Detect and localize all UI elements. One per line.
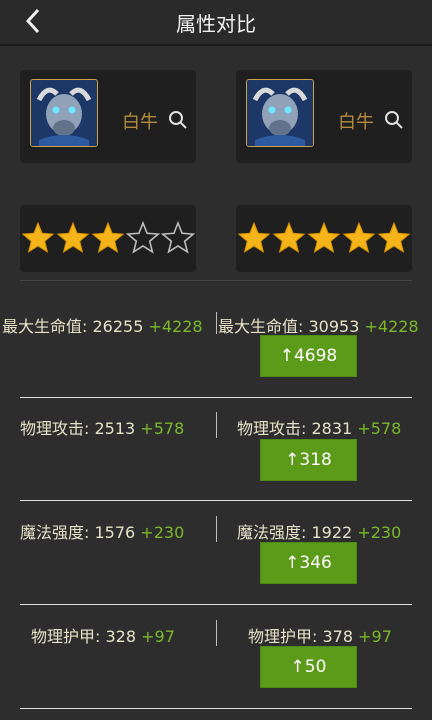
- top-bar: 属性对比: [0, 0, 432, 46]
- star-rating: [22, 221, 196, 254]
- divider: [20, 708, 412, 709]
- hero-name: 白牛: [338, 112, 374, 133]
- left-stat-armor: 物理护甲: 328 +97: [31, 627, 175, 646]
- column-separator: [216, 516, 217, 542]
- empty-star-icon: [160, 221, 196, 254]
- hero-name: 白牛: [122, 112, 158, 133]
- diff-badge: ↑318: [260, 439, 357, 481]
- right-stat-armor: 物理护甲: 378 +97: [248, 627, 392, 646]
- filled-star-icon: [272, 221, 306, 253]
- right-stat-attack: 物理攻击: 2831 +578: [237, 419, 402, 438]
- right-star-card: [236, 205, 412, 272]
- left-star-card: [20, 205, 196, 272]
- filled-star-icon: [22, 221, 55, 253]
- right-stat-magic: 魔法强度: 1922 +230: [237, 523, 402, 542]
- filled-star-icon: [377, 221, 411, 253]
- search-icon[interactable]: [384, 110, 404, 130]
- page-title: 属性对比: [176, 12, 256, 36]
- filled-star-icon: [307, 221, 341, 253]
- right-hero-card[interactable]: 白牛: [236, 70, 412, 163]
- divider: [20, 397, 412, 398]
- search-icon[interactable]: [168, 110, 188, 130]
- filled-star-icon: [56, 221, 90, 253]
- diff-badge: ↑4698: [260, 335, 357, 377]
- filled-star-icon: [91, 221, 125, 253]
- hero-avatar: [246, 79, 314, 147]
- left-stat-magic: 魔法强度: 1576 +230: [20, 523, 185, 542]
- column-separator: [216, 312, 217, 334]
- left-stat-attack: 物理攻击: 2513 +578: [20, 419, 185, 438]
- divider: [20, 500, 412, 501]
- left-hero-card[interactable]: 白牛: [20, 70, 196, 163]
- filled-star-icon: [238, 221, 271, 253]
- diff-badge: ↑346: [260, 542, 357, 584]
- star-rating: [238, 221, 411, 253]
- empty-star-icon: [125, 221, 161, 254]
- divider: [20, 280, 412, 281]
- diff-badge: ↑50: [260, 646, 357, 688]
- column-separator: [216, 412, 217, 438]
- filled-star-icon: [342, 221, 376, 253]
- column-separator: [216, 620, 217, 646]
- right-stat-hp: 最大生命值: 30953 +4228: [218, 317, 419, 336]
- hero-avatar: [30, 79, 98, 147]
- divider: [20, 604, 412, 605]
- left-stat-hp: 最大生命值: 26255 +4228: [2, 317, 203, 336]
